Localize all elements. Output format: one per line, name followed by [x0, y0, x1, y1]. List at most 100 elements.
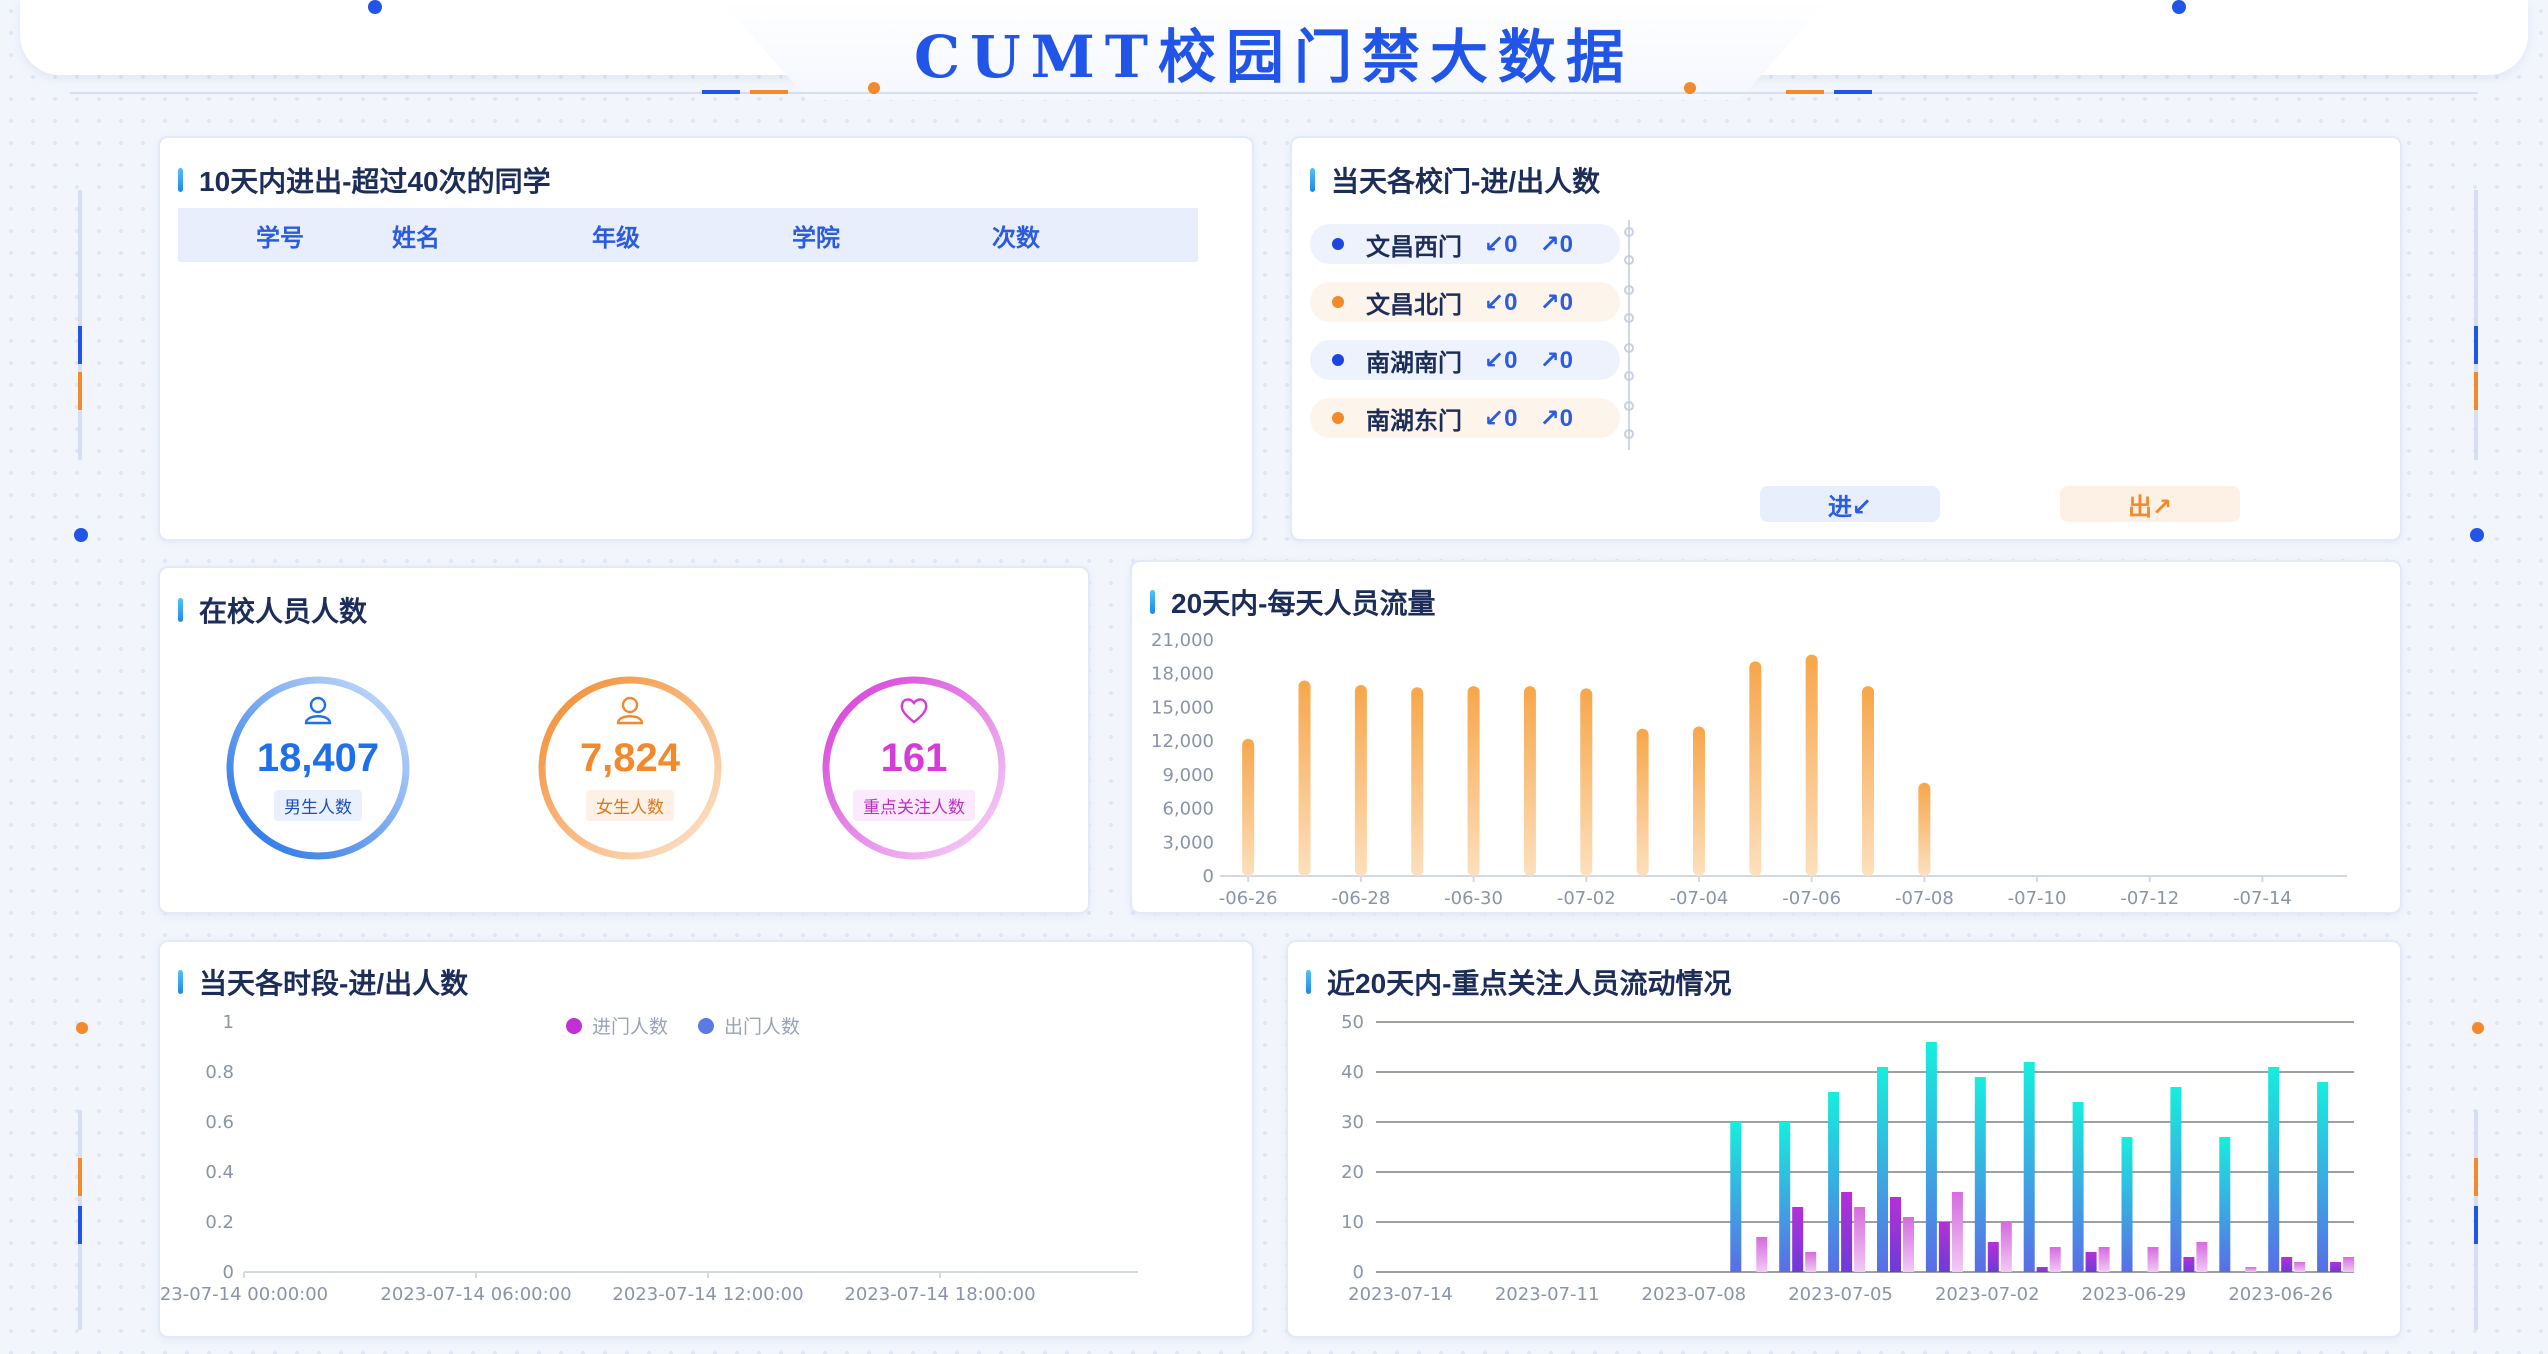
user-icon	[616, 696, 644, 725]
column-header-grade[interactable]: 年级	[592, 218, 640, 253]
in-toggle-button[interactable]: 进↙	[1760, 486, 1940, 522]
flow-bar	[1467, 686, 1480, 876]
flow-bar	[1580, 688, 1593, 876]
stat-value: 7,824	[579, 736, 681, 780]
x-tick-label: 23-07-14 00:00:00	[160, 1284, 328, 1305]
header-accent-blue-right	[1834, 90, 1872, 94]
focus-bar	[2121, 1137, 2133, 1272]
gate-name: 文昌西门	[1366, 233, 1462, 261]
focus-bar	[2183, 1257, 2195, 1272]
decor-dot	[868, 82, 880, 94]
decor-dot	[2470, 528, 2484, 542]
focus-bar	[2330, 1262, 2342, 1272]
left-rail	[78, 190, 82, 460]
header-accent-orange-left	[750, 90, 788, 94]
focus-bar	[1974, 1077, 1986, 1272]
decor-dot	[74, 528, 88, 542]
left-rail-mark	[78, 372, 82, 410]
right-rail-mark	[2474, 1158, 2478, 1196]
user-icon	[304, 696, 332, 725]
column-header-name[interactable]: 姓名	[392, 218, 440, 253]
x-tick-label: 2023-07-14 12:00:00	[612, 1284, 803, 1305]
column-header-count[interactable]: 次数	[992, 218, 1040, 253]
decor-dot	[76, 1022, 88, 1034]
x-tick-label: -06-26	[1219, 888, 1278, 909]
focus-bar	[2000, 1222, 2012, 1272]
legend-label: 进门人数	[592, 1016, 668, 1038]
y-tick-label: 15,000	[1151, 697, 1214, 718]
table-header: 学号 姓名 年级 学院 次数	[178, 208, 1198, 262]
y-tick-label: 0	[1203, 866, 1214, 887]
gate-in-count: ↙0	[1484, 230, 1518, 258]
stat-value: 18,407	[256, 736, 380, 780]
panel-title: 当天各校门-进/出人数	[1310, 160, 1600, 200]
gate-row-nanhu-south[interactable]: 南湖南门 ↙0 ↗0	[1310, 340, 1620, 380]
focus-bar	[2098, 1247, 2110, 1272]
gate-out-count: ↗0	[1539, 404, 1573, 432]
focus-bar	[1792, 1207, 1804, 1272]
x-tick-label: -06-30	[1444, 888, 1503, 909]
flow-bar	[1242, 738, 1255, 876]
legend-marker	[698, 1018, 714, 1034]
out-toggle-button[interactable]: 出↗	[2060, 486, 2240, 522]
left-rail-mark	[78, 1206, 82, 1244]
x-tick-label: -07-10	[2008, 888, 2067, 909]
focus-flow-chart: 50 40 30 20 10 02023-07-14 2023-07-11 2023-07-0…	[1341, 1012, 2355, 1305]
stat-label: 女生人数	[586, 790, 674, 821]
flow-bar	[1523, 686, 1536, 876]
gate-in-count: ↙0	[1484, 346, 1518, 374]
x-tick-label: 2023-06-29	[2082, 1284, 2187, 1305]
decor-dot	[2172, 0, 2186, 14]
x-tick-label: -07-14	[2233, 888, 2292, 909]
heart-icon	[900, 698, 928, 724]
y-tick-label: 0.2	[205, 1212, 234, 1233]
x-tick-label: 2023-07-14 18:00:00	[844, 1284, 1035, 1305]
y-tick-label: 0	[223, 1262, 234, 1283]
stat-female: 7,824 女生人数	[530, 668, 730, 868]
focus-bar	[1779, 1122, 1791, 1272]
daily-flow-chart: 21,000 18,000 15,000 12,000 9,000 6,000 3,000 0…	[1151, 630, 2347, 909]
gate-row-nanhu-east[interactable]: 南湖东门 ↙0 ↗0	[1310, 398, 1620, 438]
focus-bar	[2196, 1242, 2208, 1272]
right-rail-mark	[2474, 326, 2478, 364]
right-rail-mark	[2474, 372, 2478, 410]
header-divider	[70, 92, 2478, 94]
gate-row-wenchang-north[interactable]: 文昌北门 ↙0 ↗0	[1310, 282, 1620, 322]
focus-bar	[1951, 1192, 1963, 1272]
x-tick-label: -07-08	[1895, 888, 1954, 909]
legend-marker	[566, 1018, 582, 1034]
y-tick-label: 12,000	[1151, 731, 1214, 752]
gate-row-wenchang-west[interactable]: 文昌西门 ↙0 ↗0	[1310, 224, 1620, 264]
panel-population: 在校人员人数 18,407 男生人数 7,824 女生人数 161 重点关注人数	[158, 566, 1090, 914]
gate-dot	[1332, 354, 1344, 366]
column-header-student-id[interactable]: 学号	[256, 218, 304, 253]
y-tick-label: 20	[1341, 1162, 1364, 1183]
focus-bar	[1854, 1207, 1866, 1272]
y-tick-label: 6,000	[1162, 799, 1214, 820]
decor-dot	[1684, 82, 1696, 94]
focus-bar	[1938, 1222, 1950, 1272]
focus-bar	[1903, 1217, 1914, 1272]
gate-out-count: ↗0	[1539, 230, 1573, 258]
focus-bar	[2023, 1062, 2035, 1272]
left-rail-mark	[78, 326, 82, 364]
gate-chain-divider	[1624, 220, 1634, 450]
stat-male: 18,407 男生人数	[218, 668, 418, 868]
flow-bar	[1411, 687, 1424, 876]
flow-bar	[1805, 654, 1818, 876]
header-accent-blue-left	[702, 90, 740, 94]
panel-focus-flow: 近20天内-重点关注人员流动情况 50 40 30 20 10 0 2023-07-14 20…	[1286, 940, 2402, 1338]
focus-bar	[1925, 1042, 1937, 1272]
focus-bar	[1730, 1122, 1742, 1272]
x-tick-label: -07-02	[1557, 888, 1616, 909]
panel-top-students: 10天内进出-超过40次的同学 学号 姓名 年级 学院 次数	[158, 136, 1254, 541]
y-tick-label: 0.8	[205, 1062, 234, 1083]
focus-bar	[2219, 1137, 2231, 1272]
focus-bar	[1805, 1252, 1817, 1272]
right-rail	[2474, 190, 2478, 460]
x-tick-label: -07-04	[1670, 888, 1729, 909]
x-tick-label: -07-12	[2120, 888, 2179, 909]
panel-title: 在校人员人数	[178, 590, 367, 630]
column-header-college[interactable]: 学院	[792, 218, 840, 253]
gate-name: 文昌北门	[1366, 291, 1462, 319]
